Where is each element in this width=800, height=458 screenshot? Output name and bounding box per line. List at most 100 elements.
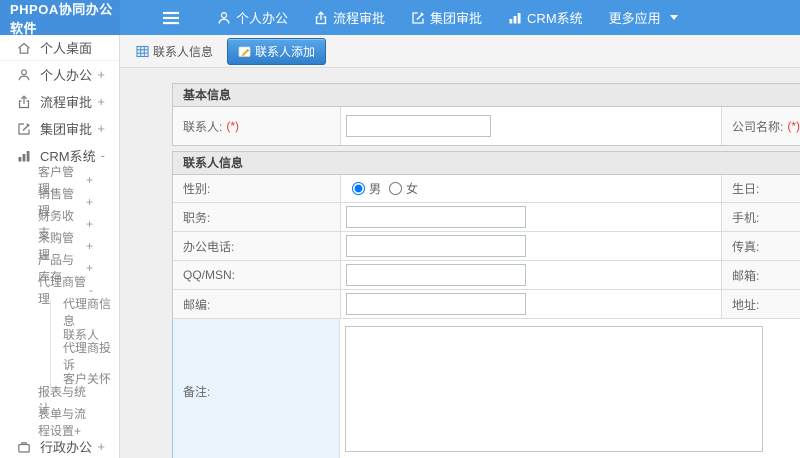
gender-label: 性别:	[173, 175, 341, 202]
tab-contact-info[interactable]: 联系人信息	[130, 39, 219, 64]
fax-label: 传真:	[722, 232, 800, 260]
sidebar-item-label: 代理商投诉	[63, 341, 112, 372]
sidebar-subgroup-agent: 代理商信息 联系人 代理商投诉 客户关怀	[50, 297, 119, 389]
female-radio[interactable]	[389, 182, 403, 195]
sidebar-item-personal-office[interactable]: 个人办公 +	[0, 61, 119, 88]
hamburger-icon	[163, 11, 179, 24]
form-row-contact: 联系人: (*) 公司名称: (*)	[173, 107, 800, 145]
required-mark: (*)	[787, 119, 800, 133]
home-icon	[17, 41, 32, 55]
male-radio[interactable]	[352, 182, 365, 195]
expand-plus-icon[interactable]: +	[97, 439, 105, 454]
job-title-input[interactable]	[346, 206, 526, 228]
zip-code-cell	[341, 290, 722, 318]
sidebar-item-personal-desktop[interactable]: 个人桌面	[0, 35, 119, 61]
table-icon	[136, 45, 149, 57]
nav-item-label: 更多应用	[608, 11, 661, 26]
qq-msn-cell	[341, 261, 722, 289]
basic-info-section: 基本信息 联系人: (*) 公司名称: (*)	[172, 83, 800, 146]
sidebar-item-workflow-approval[interactable]: 流程审批 +	[0, 88, 119, 115]
form-row-remarks: 备注:	[172, 319, 800, 458]
tab-contact-add[interactable]: 联系人添加	[227, 37, 327, 65]
nav-item-personal-office[interactable]: 个人办公	[204, 0, 301, 35]
tab-bar: 联系人信息 联系人添加	[120, 35, 800, 68]
section-header-contact-info: 联系人信息	[173, 152, 800, 175]
job-title-cell	[341, 203, 722, 231]
sidebar-item-label: 流程审批	[40, 95, 93, 110]
remarks-textarea[interactable]	[345, 326, 763, 452]
company-name-label: 公司名称: (*)	[722, 107, 800, 145]
form-row-job: 职务: 手机:	[173, 203, 800, 232]
expand-plus-icon[interactable]: +	[86, 195, 93, 209]
sidebar-item-admin-office[interactable]: 行政办公 +	[0, 433, 119, 458]
female-radio-label[interactable]: 女	[406, 180, 418, 197]
tab-label: 联系人信息	[153, 44, 214, 59]
contact-name-input[interactable]	[346, 115, 491, 137]
mobile-label: 手机:	[722, 203, 800, 231]
sidebar-item-label: 表单与流程设置+	[38, 407, 87, 438]
app-logo[interactable]: PHPOA协同办公软件	[0, 0, 120, 36]
expand-plus-icon[interactable]: +	[97, 94, 105, 109]
expand-plus-icon[interactable]: +	[86, 239, 93, 253]
zip-code-label: 邮编:	[173, 290, 341, 318]
qq-msn-input[interactable]	[346, 264, 526, 286]
sidebar-item-label: 个人办公	[40, 68, 93, 83]
bar-chart-icon	[509, 12, 521, 23]
zip-code-input[interactable]	[346, 293, 526, 315]
sidebar-item-agent-complaints[interactable]: 代理商投诉	[51, 341, 119, 372]
share-up-icon	[17, 94, 32, 109]
collapse-minus-icon[interactable]: -	[101, 148, 105, 163]
sidebar-item-label: 集团审批	[40, 122, 93, 137]
top-bar: PHPOA协同办公软件 个人办公 流程审批 集团审批 CRM系统 更多应用	[0, 0, 800, 36]
qq-msn-label: QQ/MSN:	[173, 261, 341, 289]
address-label: 地址:	[722, 290, 800, 318]
nav-item-more-apps[interactable]: 更多应用	[596, 0, 691, 35]
sidebar-item-form-workflow-settings[interactable]: 表单与流程设置+	[0, 407, 119, 438]
nav-item-label: 个人办公	[236, 11, 289, 26]
edit-square-icon	[412, 11, 424, 24]
briefcase-icon	[17, 440, 32, 454]
expand-plus-icon[interactable]: +	[86, 173, 93, 187]
contact-name-label: 联系人: (*)	[173, 107, 341, 145]
user-icon	[17, 68, 32, 82]
tab-label: 联系人添加	[255, 44, 316, 59]
contact-info-section: 联系人信息 性别: 男 女 生日: 职务: 手机: 办公电话: 传真: QQ/M…	[172, 151, 800, 458]
share-up-icon	[315, 10, 327, 24]
edit-square-icon	[17, 122, 32, 136]
gender-cell: 男 女	[341, 175, 722, 202]
nav-item-label: 集团审批	[430, 11, 483, 26]
expand-plus-icon[interactable]: +	[97, 67, 105, 82]
nav-item-label: CRM系统	[527, 11, 583, 26]
office-phone-label: 办公电话:	[173, 232, 341, 260]
sidebar-item-label: 个人桌面	[40, 41, 93, 56]
sidebar-item-label: 行政办公	[40, 440, 93, 455]
expand-plus-icon[interactable]: +	[97, 121, 105, 136]
office-phone-cell	[341, 232, 722, 260]
job-title-label: 职务:	[173, 203, 341, 231]
expand-plus-icon[interactable]: +	[86, 217, 93, 231]
nav-item-crm-system[interactable]: CRM系统	[495, 0, 596, 35]
remarks-cell	[340, 319, 800, 458]
form-row-office-phone: 办公电话: 传真:	[173, 232, 800, 261]
edit-pencil-icon	[238, 46, 251, 57]
sidebar-item-group-approval[interactable]: 集团审批 +	[0, 115, 119, 142]
contact-name-cell	[341, 107, 722, 145]
bar-chart-icon	[17, 149, 32, 163]
caret-down-icon	[669, 15, 678, 20]
office-phone-input[interactable]	[346, 235, 526, 257]
nav-item-label: 流程审批	[333, 11, 386, 26]
nav-item-group-approval[interactable]: 集团审批	[398, 0, 495, 35]
email-label: 邮箱:	[722, 261, 800, 289]
required-mark: (*)	[226, 119, 240, 133]
nav-item-workflow-approval[interactable]: 流程审批	[301, 0, 398, 35]
sidebar: 个人桌面 个人办公 + 流程审批 + 集团审批 + CRM系统 - 客户管理 +…	[0, 35, 120, 458]
contact-add-form: 基本信息 联系人: (*) 公司名称: (*) 联系人信息 性别: 男 女 生日…	[172, 83, 800, 458]
section-header-basic-info: 基本信息	[173, 84, 800, 107]
birthday-label: 生日:	[722, 175, 800, 202]
remarks-label: 备注:	[172, 319, 340, 458]
user-icon	[218, 11, 230, 24]
form-row-zip: 邮编: 地址:	[173, 290, 800, 319]
menu-toggle-button[interactable]	[162, 11, 180, 25]
form-row-gender: 性别: 男 女 生日:	[173, 175, 800, 203]
male-radio-label[interactable]: 男	[369, 180, 381, 197]
